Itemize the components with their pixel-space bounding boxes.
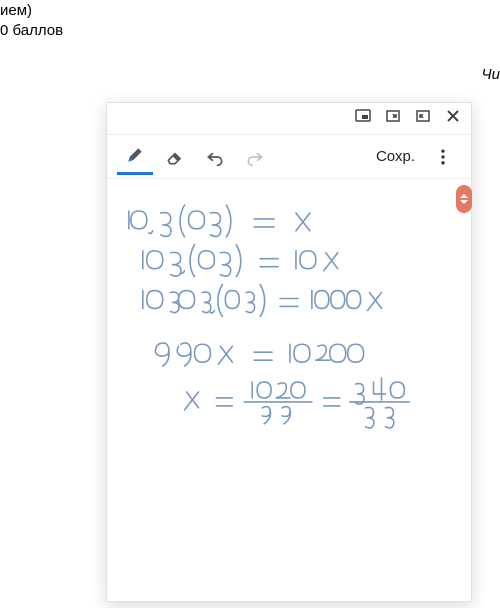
drawing-panel: Сохр. — [106, 102, 472, 602]
pip-icon[interactable] — [355, 108, 371, 129]
eraser-tool-button[interactable] — [157, 139, 193, 175]
pen-tool-button[interactable] — [117, 139, 153, 175]
more-menu-button[interactable] — [425, 139, 461, 175]
toolbar: Сохр. — [107, 135, 471, 179]
minimize-window-icon[interactable] — [385, 108, 401, 129]
save-button[interactable]: Сохр. — [376, 148, 415, 165]
partial-text-1: ием) — [0, 2, 32, 19]
maximize-window-icon[interactable] — [415, 108, 431, 129]
partial-text-3: Чи — [482, 66, 500, 83]
redo-button[interactable] — [237, 139, 273, 175]
undo-button[interactable] — [197, 139, 233, 175]
drawing-canvas[interactable] — [107, 179, 471, 601]
handwriting-svg — [107, 179, 471, 601]
partial-text-2: 0 баллов — [0, 22, 63, 39]
titlebar — [107, 103, 471, 135]
close-icon[interactable] — [445, 108, 461, 129]
